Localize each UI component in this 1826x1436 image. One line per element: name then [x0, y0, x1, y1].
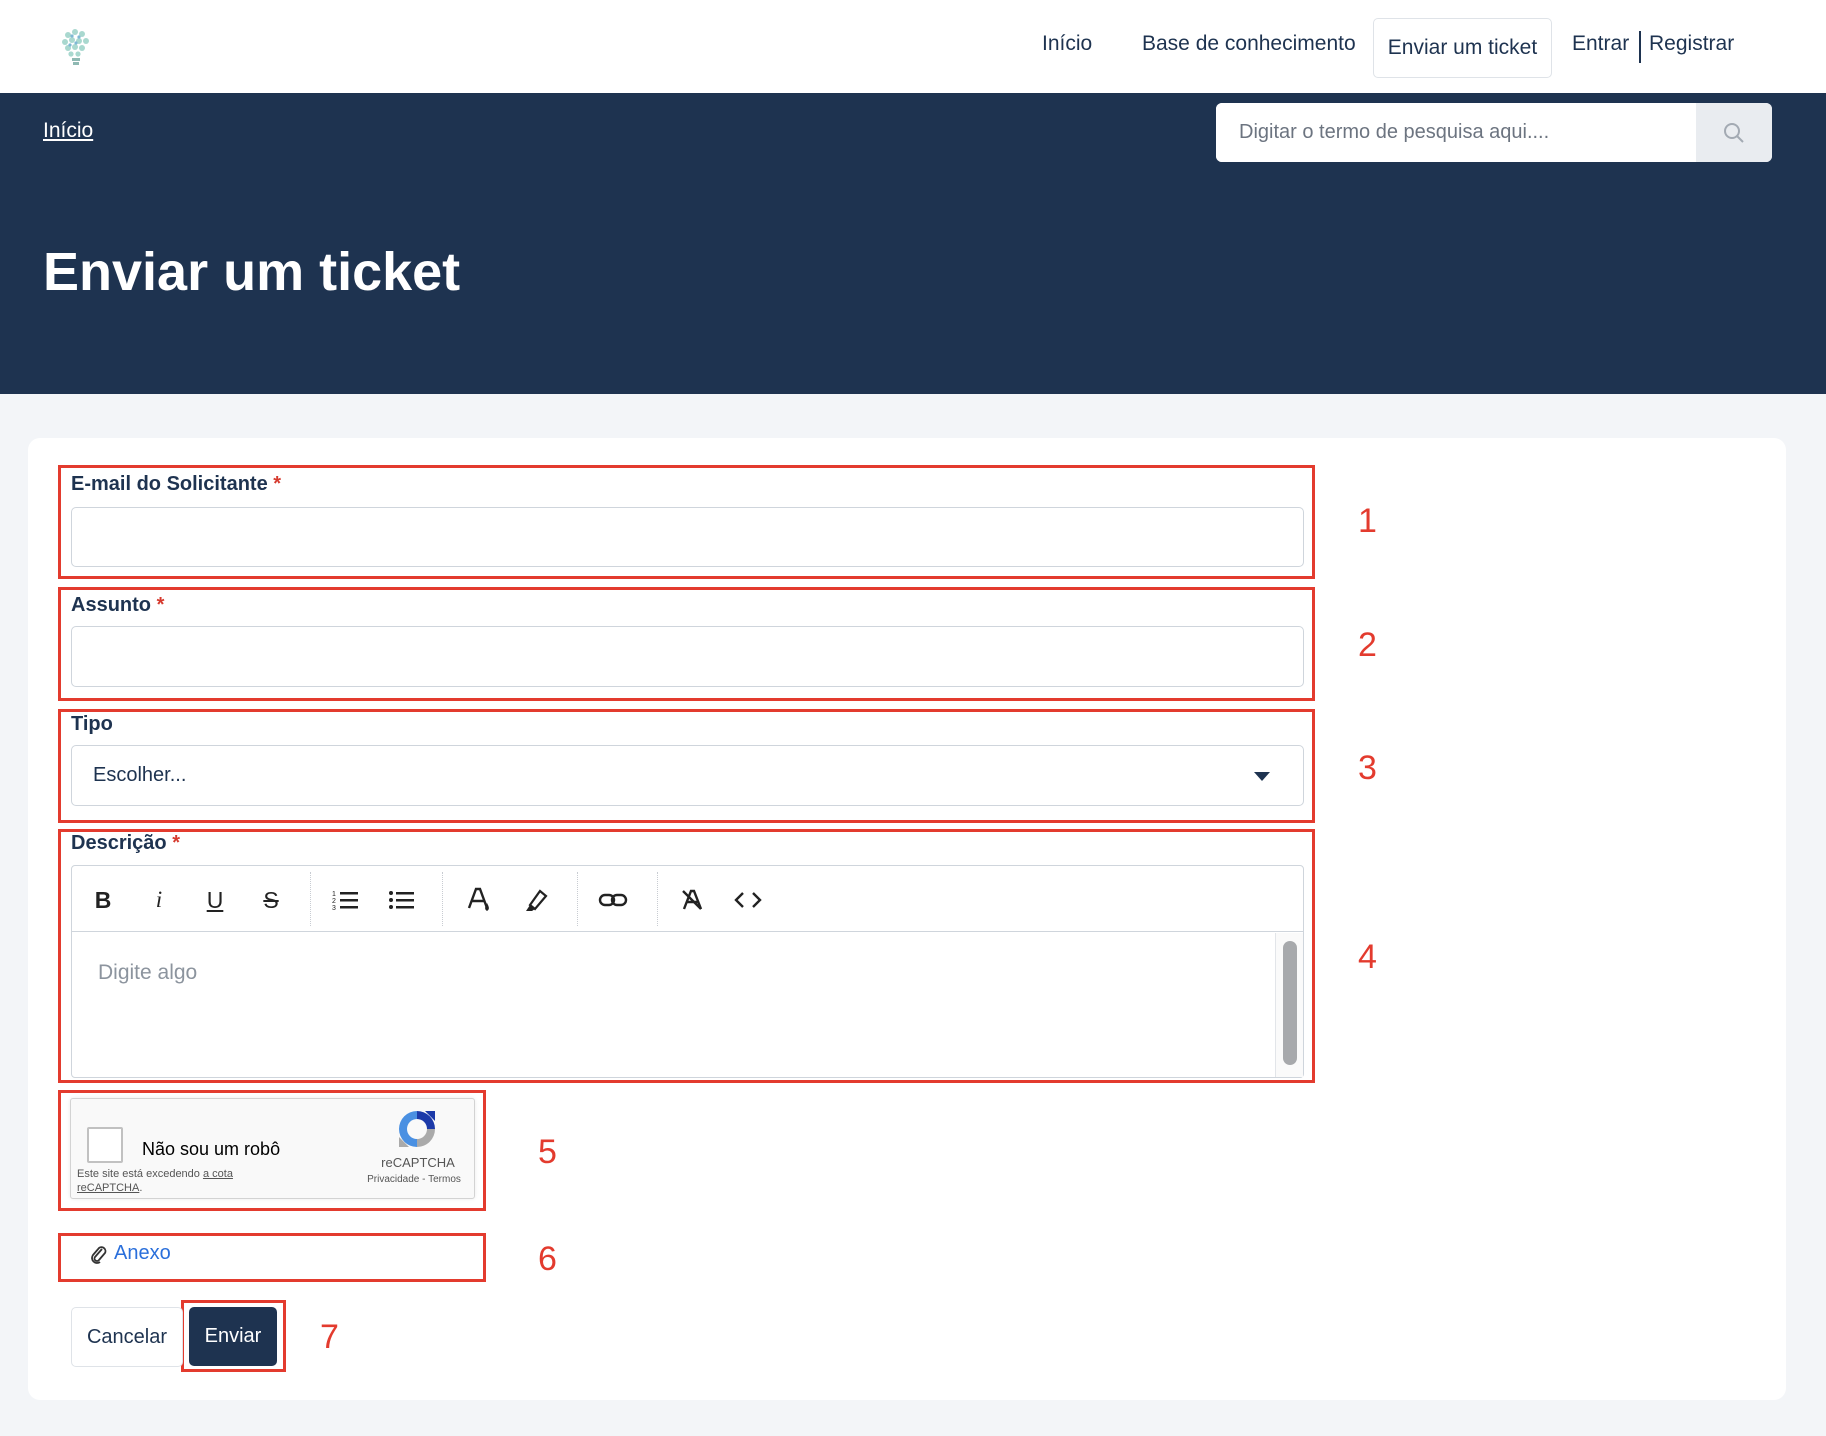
svg-text:3: 3 — [332, 905, 336, 912]
recaptcha-links: Privacidade - Termos — [367, 1174, 461, 1185]
ordered-list-glyph: 123 — [332, 891, 358, 912]
email-field[interactable] — [71, 507, 1304, 567]
toolbar-divider — [442, 872, 443, 926]
cancel-button[interactable]: Cancelar — [71, 1307, 183, 1367]
svg-text:1: 1 — [332, 891, 336, 898]
email-label: E-mail do Solicitante * — [71, 473, 282, 495]
type-select[interactable]: Escolher... — [71, 745, 1304, 806]
svg-text:2: 2 — [332, 898, 336, 905]
attachment-label: Anexo — [114, 1242, 171, 1264]
description-textarea[interactable]: Digite algo — [72, 933, 1276, 1077]
breadcrumb[interactable]: Início — [43, 119, 93, 143]
recaptcha-label: Não sou um robô — [142, 1139, 281, 1159]
strikethrough-icon[interactable]: S — [254, 883, 288, 917]
annotation-number-5: 5 — [538, 1133, 557, 1171]
font-color-glyph — [467, 887, 489, 911]
font-color-icon[interactable] — [462, 883, 496, 917]
description-label: Descrição * — [71, 832, 180, 854]
chevron-down-icon — [1254, 772, 1270, 781]
recaptcha-logo-icon — [399, 1111, 435, 1147]
annotation-number-4: 4 — [1358, 938, 1377, 976]
nav-register[interactable]: Registrar — [1649, 32, 1734, 56]
nav-knowledge-base[interactable]: Base de conhecimento — [1142, 32, 1356, 56]
code-view-icon[interactable] — [731, 883, 765, 917]
annotation-number-6: 6 — [538, 1240, 557, 1278]
subject-label: Assunto * — [71, 594, 165, 616]
nav-submit-ticket[interactable]: Enviar um ticket — [1373, 18, 1552, 78]
highlight-icon[interactable] — [519, 883, 553, 917]
toolbar-divider — [577, 872, 578, 926]
code-view-glyph — [734, 892, 762, 908]
toolbar-divider — [310, 872, 311, 926]
link-icon[interactable] — [596, 883, 630, 917]
recaptcha-widget: Não sou um robô Este site está excedendo… — [70, 1098, 475, 1199]
italic-icon[interactable]: i — [142, 883, 176, 917]
bullet-list-icon[interactable] — [385, 883, 419, 917]
toolbar-divider — [657, 872, 658, 926]
paperclip-icon — [91, 1245, 107, 1264]
recaptcha-privacy-link[interactable]: Privacidade — [367, 1174, 419, 1185]
recaptcha-brand: reCAPTCHA — [381, 1155, 455, 1170]
lightbulb-logo-icon[interactable] — [58, 26, 94, 70]
recaptcha-warning: Este site está excedendo a cota reCAPTCH… — [77, 1168, 233, 1194]
nav-divider — [1639, 31, 1641, 63]
search-button[interactable] — [1696, 103, 1772, 162]
clear-format-glyph — [682, 889, 703, 910]
underline-icon[interactable]: U — [198, 883, 232, 917]
type-select-value: Escolher... — [93, 764, 187, 786]
description-editor: B i U S 123 Digite algo — [71, 865, 1304, 1078]
annotation-number-1: 1 — [1358, 502, 1377, 540]
search-bar — [1216, 103, 1772, 162]
recaptcha-terms-link[interactable]: Termos — [428, 1174, 461, 1185]
ordered-list-icon[interactable]: 123 — [329, 883, 363, 917]
description-placeholder: Digite algo — [98, 961, 198, 984]
submit-button[interactable]: Enviar — [189, 1307, 277, 1366]
subject-field[interactable] — [71, 626, 1304, 687]
search-icon — [1724, 122, 1744, 143]
nav-login[interactable]: Entrar — [1572, 32, 1629, 56]
page-title: Enviar um ticket — [43, 242, 461, 302]
link-glyph — [598, 893, 628, 907]
bullet-list-glyph — [389, 891, 414, 909]
recaptcha-checkbox[interactable] — [87, 1127, 123, 1163]
type-label: Tipo — [71, 713, 113, 735]
annotation-number-2: 2 — [1358, 626, 1377, 664]
nav-inicio[interactable]: Início — [1042, 32, 1092, 56]
bold-icon[interactable]: B — [86, 883, 120, 917]
search-input[interactable] — [1216, 103, 1702, 162]
top-navbar: Início Base de conhecimento Enviar um ti… — [0, 0, 1826, 93]
annotation-number-7: 7 — [320, 1318, 339, 1356]
clear-format-icon[interactable] — [675, 883, 709, 917]
editor-toolbar: B i U S 123 — [72, 866, 1303, 932]
editor-scrollbar-thumb[interactable] — [1283, 941, 1297, 1065]
highlight-glyph — [526, 889, 548, 911]
editor-scrollbar[interactable] — [1275, 933, 1303, 1077]
annotation-number-3: 3 — [1358, 749, 1377, 787]
attachment-link[interactable]: Anexo — [90, 1242, 171, 1265]
page-banner: Início Enviar um ticket — [0, 93, 1826, 394]
